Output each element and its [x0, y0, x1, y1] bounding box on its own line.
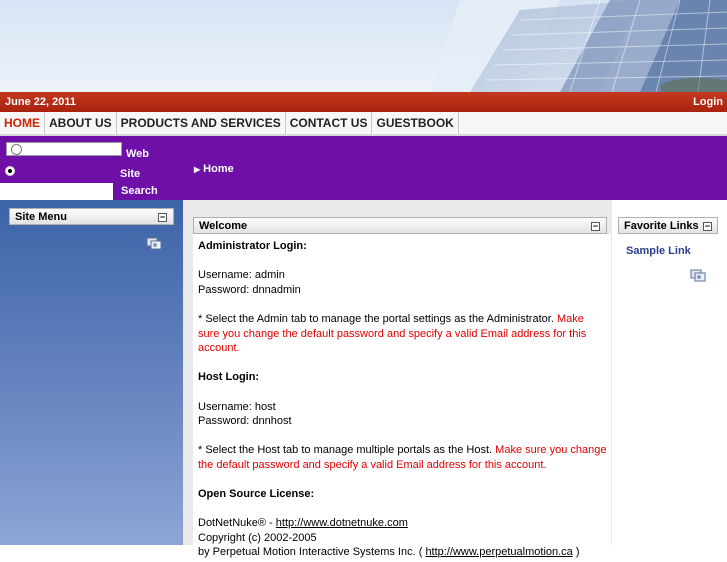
host-password: Password: dnnhost	[198, 415, 292, 428]
copyright: Copyright (c) 2002-2005	[198, 531, 317, 544]
nav-item-guestbook[interactable]: GUESTBOOK	[372, 112, 459, 134]
admin-username: Username: admin	[198, 269, 285, 282]
site-radio-label: Site	[120, 168, 141, 180]
minimize-icon[interactable]: −	[158, 213, 167, 222]
admin-heading: Administrator Login:	[198, 240, 307, 252]
host-heading: Host Login:	[198, 371, 260, 384]
syndicate-icon[interactable]	[690, 268, 706, 282]
admin-password: Password: dnnadmin	[198, 283, 301, 296]
minimize-icon[interactable]: −	[591, 222, 600, 231]
search-input[interactable]	[0, 183, 113, 200]
search-web-radio-field[interactable]	[6, 142, 122, 156]
nav-item-contact-us[interactable]: CONTACT US	[286, 112, 373, 134]
admin-note-text: * Select the Admin tab to manage the por…	[198, 312, 554, 325]
syndicate-icon[interactable]	[146, 236, 162, 250]
date-bar: June 22, 2011 Login	[0, 92, 727, 112]
breadcrumb: ▶ Home	[194, 163, 234, 175]
login-link[interactable]: Login	[693, 96, 723, 108]
web-radio[interactable]	[11, 144, 22, 155]
perpetualmotion-link[interactable]: http://www.perpetualmotion.ca	[425, 546, 572, 558]
host-note: * Select the Host tab to manage multiple…	[198, 443, 608, 472]
favorite-links-title: Favorite Links	[624, 220, 699, 232]
site-menu-header: Site Menu −	[9, 208, 174, 225]
sample-link[interactable]: Sample Link	[626, 245, 691, 257]
nav-item-products-and-services[interactable]: PRODUCTS AND SERVICES	[117, 112, 286, 134]
by-close: )	[572, 546, 580, 559]
minimize-icon[interactable]: −	[703, 222, 712, 231]
left-pane	[0, 200, 183, 545]
favorite-links-header: Favorite Links −	[618, 217, 718, 234]
admin-note: * Select the Admin tab to manage the por…	[198, 312, 608, 356]
building-banner-image	[0, 0, 727, 92]
license-line: DotNetNuke® - http://www.dotnetnuke.com	[198, 516, 608, 531]
by-line: by Perpetual Motion Interactive Systems …	[198, 545, 608, 560]
welcome-title: Welcome	[199, 220, 248, 232]
header-banner	[0, 0, 727, 92]
nav-item-home[interactable]: HOME	[0, 112, 45, 134]
license-product: DotNetNuke® -	[198, 517, 276, 530]
breadcrumb-arrow-icon: ▶	[194, 165, 201, 174]
nav-item-about-us[interactable]: ABOUT US	[45, 112, 117, 134]
current-date: June 22, 2011	[5, 96, 76, 108]
host-username: Username: host	[198, 400, 276, 413]
site-menu-title: Site Menu	[15, 211, 67, 223]
main-nav: HOME ABOUT US PRODUCTS AND SERVICES CONT…	[0, 112, 727, 136]
by-text: by Perpetual Motion Interactive Systems …	[198, 546, 426, 559]
welcome-content: Administrator Login: Username: admin Pas…	[198, 239, 608, 560]
site-radio[interactable]	[5, 166, 15, 176]
welcome-header: Welcome −	[193, 217, 607, 234]
web-radio-label: Web	[126, 148, 150, 160]
dotnetnuke-link[interactable]: http://www.dotnetnuke.com	[276, 517, 408, 529]
license-heading: Open Source License:	[198, 488, 315, 501]
breadcrumb-home[interactable]: Home	[203, 163, 234, 175]
search-button[interactable]: Search	[113, 183, 183, 200]
host-note-text: * Select the Host tab to manage multiple…	[198, 444, 493, 457]
